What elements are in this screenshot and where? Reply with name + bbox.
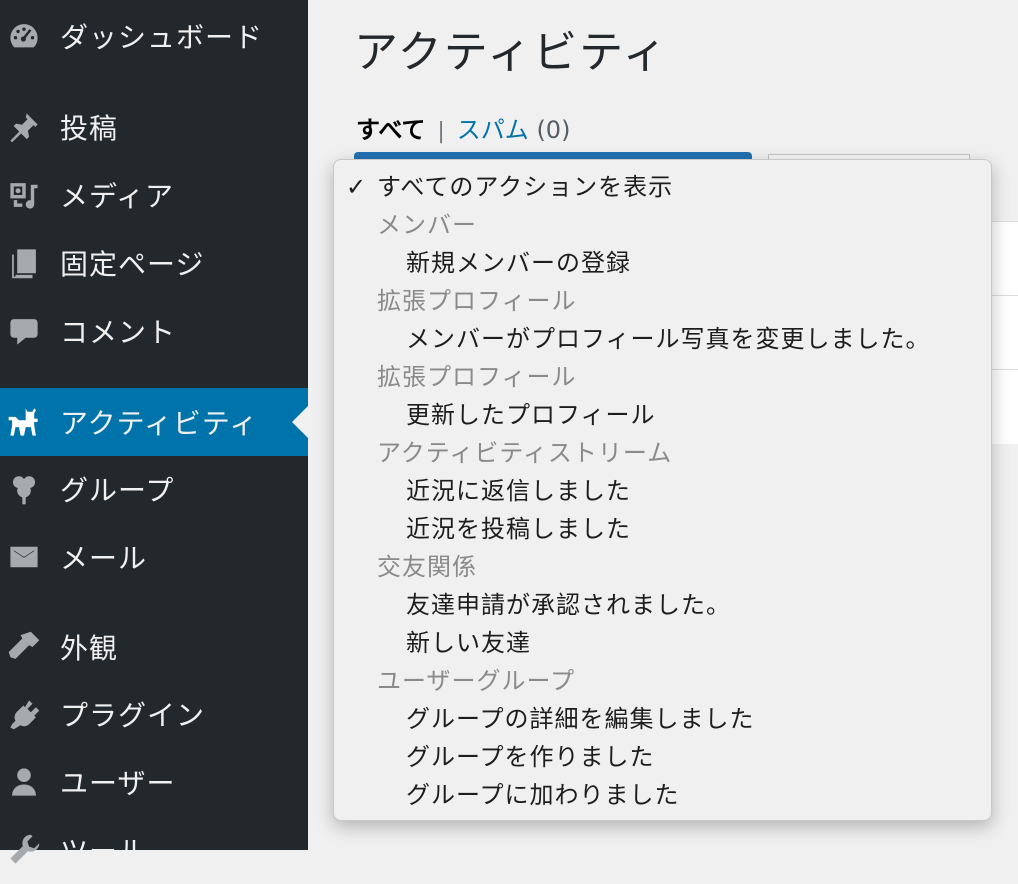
- dropdown-option[interactable]: メンバーがプロフィール写真を変更しました。: [406, 320, 931, 358]
- sidebar-item-label: グループ: [60, 474, 175, 507]
- dropdown-option[interactable]: グループの詳細を編集しました: [406, 700, 755, 738]
- sidebar-item-posts[interactable]: 投稿: [0, 93, 308, 161]
- comment-icon: [6, 313, 42, 349]
- dropdown-option[interactable]: 友達申請が承認されました。: [406, 586, 731, 624]
- sidebar-item-label: ツール: [60, 835, 148, 868]
- spam-count: (0): [536, 116, 571, 144]
- dropdown-group-label: アクティビティストリーム: [377, 439, 673, 467]
- dropdown-option[interactable]: 新規メンバーの登録: [406, 244, 631, 282]
- dropdown-option-selected[interactable]: ✓ すべてのアクションを表示: [346, 168, 673, 206]
- checkmark-icon: ✓: [346, 173, 368, 201]
- sidebar-item-label: コメント: [60, 316, 177, 349]
- sidebar-item-activity[interactable]: アクティビティ: [0, 388, 308, 456]
- option-label: すべてのアクションを表示: [377, 173, 674, 201]
- sidebar-item-label: メディア: [60, 180, 175, 213]
- sidebar-item-label: 外観: [60, 632, 119, 665]
- filter-separator: |: [437, 119, 445, 144]
- table-row: [992, 221, 1018, 296]
- table-row: [992, 369, 1018, 444]
- sidebar-item-label: プラグイン: [60, 699, 206, 732]
- status-filter-links: すべて | スパム (0): [356, 110, 570, 145]
- groups-icon: [6, 471, 42, 507]
- dropdown-group-label: 拡張プロフィール: [377, 363, 577, 391]
- sidebar-item-plugins[interactable]: プラグイン: [0, 680, 308, 748]
- sidebar-item-tools[interactable]: ツール: [0, 816, 308, 884]
- dropdown-option[interactable]: 更新したプロフィール: [406, 396, 656, 434]
- sidebar-item-label: ユーザー: [60, 767, 176, 800]
- dropdown-option[interactable]: グループに加わりました: [406, 776, 680, 814]
- dropdown-group-label: 拡張プロフィール: [377, 287, 577, 315]
- pin-icon: [6, 109, 42, 145]
- activity-icon: [6, 404, 42, 440]
- sidebar-item-label: アクティビティ: [60, 407, 259, 440]
- sidebar-item-media[interactable]: メディア: [0, 161, 308, 229]
- filter-all-link[interactable]: すべて: [356, 116, 425, 144]
- sidebar-item-appearance[interactable]: 外観: [0, 613, 308, 681]
- pages-icon: [6, 245, 42, 281]
- table-row: [992, 295, 1018, 370]
- sidebar-item-dashboard[interactable]: ダッシュボード: [0, 2, 308, 70]
- dropdown-option[interactable]: 近況を投稿しました: [406, 510, 631, 548]
- action-filter-dropdown: ✓ すべてのアクションを表示 メンバー 新規メンバーの登録 拡張プロフィール メン…: [333, 159, 992, 821]
- sidebar-item-groups[interactable]: グループ: [0, 455, 308, 523]
- sidebar-item-label: 投稿: [60, 112, 119, 145]
- sidebar-item-pages[interactable]: 固定ページ: [0, 229, 308, 297]
- sidebar-item-comments[interactable]: コメント: [0, 297, 308, 365]
- appearance-icon: [6, 629, 42, 665]
- email-icon: [6, 539, 42, 575]
- dropdown-group-label: メンバー: [377, 211, 477, 239]
- plugin-icon: [6, 696, 42, 732]
- filter-spam-link[interactable]: スパム: [457, 116, 529, 144]
- dropdown-group-label: 交友関係: [377, 553, 477, 581]
- admin-sidebar: ダッシュボード 投稿 メディア 固定ページ コメント アクティビティ グループ …: [0, 0, 308, 868]
- sidebar-item-email[interactable]: メール: [0, 523, 308, 591]
- dashboard-icon: [6, 18, 42, 54]
- page-title: アクティビティ: [354, 27, 669, 78]
- sidebar-item-label: 固定ページ: [60, 248, 205, 281]
- tools-icon: [6, 832, 42, 868]
- dropdown-group-label: ユーザーグループ: [377, 667, 576, 695]
- user-icon: [6, 764, 42, 800]
- dropdown-option[interactable]: 新しい友達: [406, 624, 531, 662]
- dropdown-option[interactable]: グループを作りました: [406, 738, 655, 776]
- media-icon: [6, 177, 42, 213]
- sidebar-item-label: ダッシュボード: [60, 21, 264, 54]
- sidebar-item-label: メール: [60, 542, 148, 575]
- dropdown-option[interactable]: 近況に返信しました: [406, 472, 631, 510]
- sidebar-item-users[interactable]: ユーザー: [0, 748, 308, 816]
